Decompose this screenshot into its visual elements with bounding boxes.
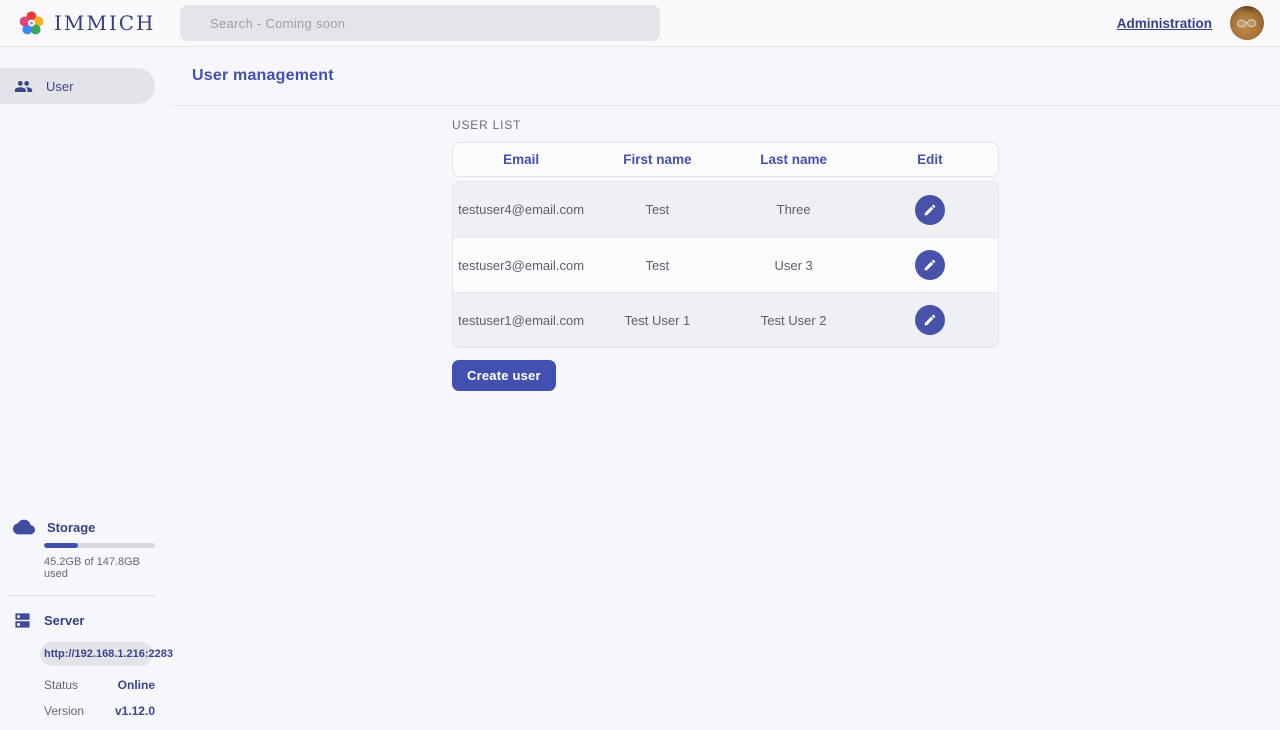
edit-user-button[interactable] (915, 305, 945, 335)
user-first-name: Test User 1 (589, 313, 725, 328)
storage-section-header: Storage (0, 519, 171, 535)
sidebar-item-user-label: User (46, 79, 73, 94)
app-name: IMMICH (54, 11, 156, 35)
status-value: Online (118, 678, 155, 692)
server-icon (13, 611, 32, 630)
page-header: User management (171, 47, 1280, 106)
column-header-email: Email (453, 152, 589, 167)
users-group-icon (14, 77, 33, 96)
sidebar-divider (8, 595, 155, 596)
server-section-header: Server (0, 611, 171, 630)
storage-usage-text: 45.2GB of 147.8GB used (44, 556, 155, 580)
server-status-row: Status Online (44, 666, 155, 692)
column-header-first-name: First name (589, 152, 725, 167)
user-last-name: Three (726, 202, 862, 217)
administration-link[interactable]: Administration (1117, 16, 1212, 31)
immich-flower-icon (18, 10, 45, 37)
storage-title: Storage (47, 520, 95, 535)
user-list-section: USER LIST Email First name Last name Edi… (452, 118, 999, 391)
user-last-name: Test User 2 (726, 313, 862, 328)
server-title: Server (44, 613, 84, 628)
storage-progress-fill (44, 543, 78, 548)
table-row: testuser4@email.com Test Three (453, 182, 998, 237)
user-email: testuser3@email.com (453, 258, 589, 273)
pencil-icon (923, 203, 937, 217)
create-user-button[interactable]: Create user (452, 360, 556, 391)
section-title: USER LIST (452, 118, 999, 132)
glasses-icon (1237, 19, 1257, 28)
table-row: testuser1@email.com Test User 1 Test Use… (453, 292, 998, 347)
storage-progress-bar (44, 543, 155, 548)
column-header-last-name: Last name (726, 152, 862, 167)
cloud-icon (13, 519, 35, 535)
table-row: testuser3@email.com Test User 3 (453, 237, 998, 292)
sidebar: User Storage 45.2GB of 147.8GB used (0, 47, 171, 730)
pencil-icon (923, 258, 937, 272)
user-first-name: Test (589, 202, 725, 217)
page-title: User management (192, 67, 334, 85)
server-version-row: Version v1.12.0 (44, 692, 155, 718)
version-value: v1.12.0 (115, 704, 155, 718)
user-last-name: User 3 (726, 258, 862, 273)
sidebar-footer: Storage 45.2GB of 147.8GB used Server ht… (0, 519, 171, 718)
top-bar: IMMICH Administration (0, 0, 1280, 47)
edit-user-button[interactable] (915, 250, 945, 280)
user-table-body: testuser4@email.com Test Three testuser3… (452, 181, 999, 348)
column-header-edit: Edit (862, 152, 998, 167)
version-label: Version (44, 704, 84, 718)
search-input[interactable] (180, 5, 660, 41)
sidebar-item-user[interactable]: User (0, 68, 155, 104)
server-url-badge: http://192.168.1.216:2283 (40, 642, 153, 666)
pencil-icon (923, 313, 937, 327)
user-email: testuser1@email.com (453, 313, 589, 328)
user-email: testuser4@email.com (453, 202, 589, 217)
user-avatar[interactable] (1230, 6, 1264, 40)
user-first-name: Test (589, 258, 725, 273)
status-label: Status (44, 678, 78, 692)
app-logo[interactable]: IMMICH (0, 10, 180, 37)
edit-user-button[interactable] (915, 195, 945, 225)
main-content: User management USER LIST Email First na… (171, 47, 1280, 730)
user-table-header: Email First name Last name Edit (452, 142, 999, 177)
